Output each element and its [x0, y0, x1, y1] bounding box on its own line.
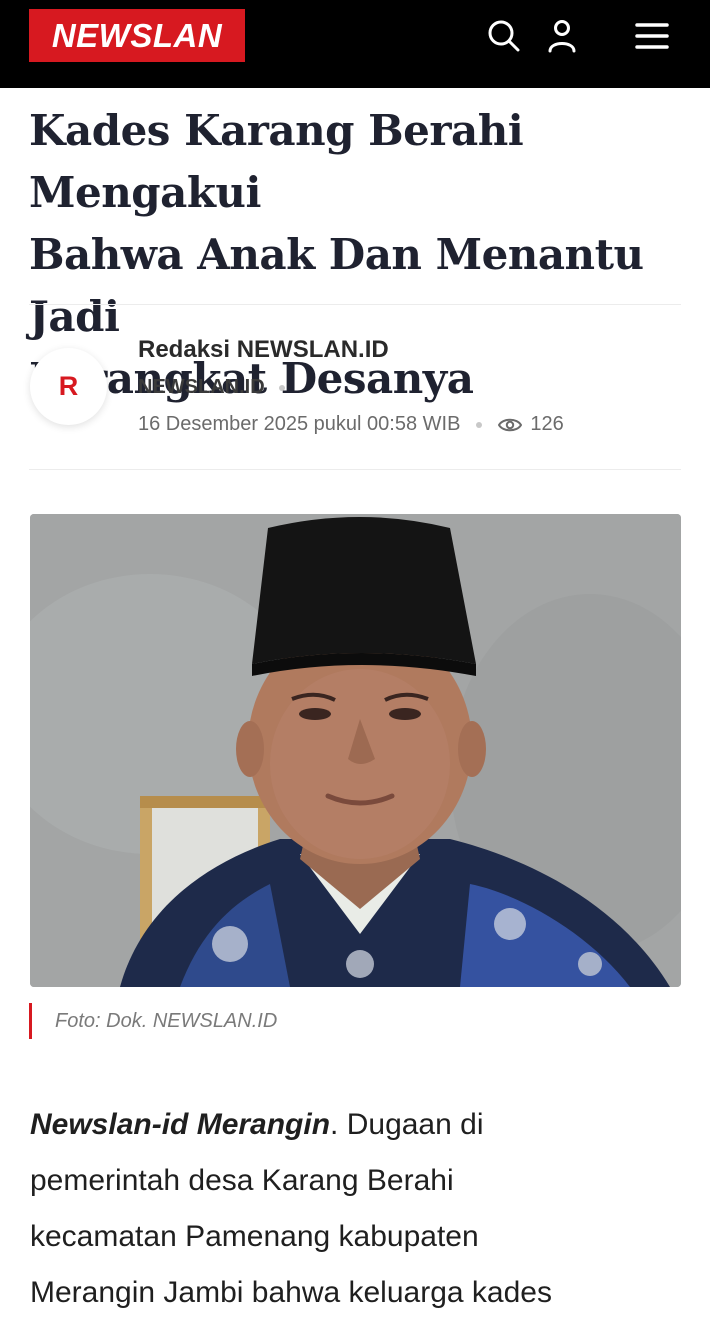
- body-text-segment: . Dugaan di: [330, 1108, 484, 1141]
- newslan-logo[interactable]: NEWSLAN: [29, 9, 245, 62]
- avatar-letter: R: [58, 371, 79, 401]
- view-count: 126: [498, 413, 564, 436]
- publish-date: 16 Desember 2025 pukul 00:58 WIB: [138, 413, 461, 435]
- author-name-link[interactable]: Redaksi NEWSLAN.ID: [138, 336, 389, 364]
- body-text-segment: pemerintah desa Karang Berahi: [30, 1164, 454, 1197]
- article-photo[interactable]: [30, 514, 681, 987]
- divider: [29, 304, 681, 305]
- logo-text: NEWSLAN: [51, 16, 223, 54]
- title-line: Kades Karang Berahi Mengakui: [29, 106, 524, 217]
- article-lead: Newslan-id Merangin: [30, 1108, 331, 1141]
- body-text-segment: kecamatan Pamenang kabupaten: [30, 1220, 479, 1253]
- title-line: Bahwa Anak Dan Menantu Jadi: [29, 230, 644, 341]
- eye-icon: [498, 418, 523, 431]
- search-icon[interactable]: [482, 14, 526, 58]
- article-meta: 16 Desember 2025 pukul 00:58 WIB 126: [138, 413, 564, 436]
- menu-icon[interactable]: [630, 14, 674, 58]
- photo-caption: Foto: Dok. NEWSLAN.ID: [29, 1003, 277, 1039]
- separator-dot: [278, 384, 285, 391]
- body-text-segment: Merangin Jambi bahwa keluarga kades: [30, 1276, 552, 1309]
- view-count-value: 126: [530, 413, 564, 435]
- divider: [29, 469, 681, 470]
- author-site: NEWSLAN.ID: [138, 376, 285, 399]
- author-avatar[interactable]: R: [30, 348, 107, 425]
- user-icon[interactable]: [540, 14, 584, 58]
- top-navigation-bar: NEWSLAN: [0, 0, 710, 88]
- separator-dot: [476, 421, 483, 428]
- article-body: Newslan-id Merangin. Dugaan di pemerinta…: [30, 1097, 680, 1320]
- site-name-link[interactable]: NEWSLAN.ID: [138, 376, 265, 399]
